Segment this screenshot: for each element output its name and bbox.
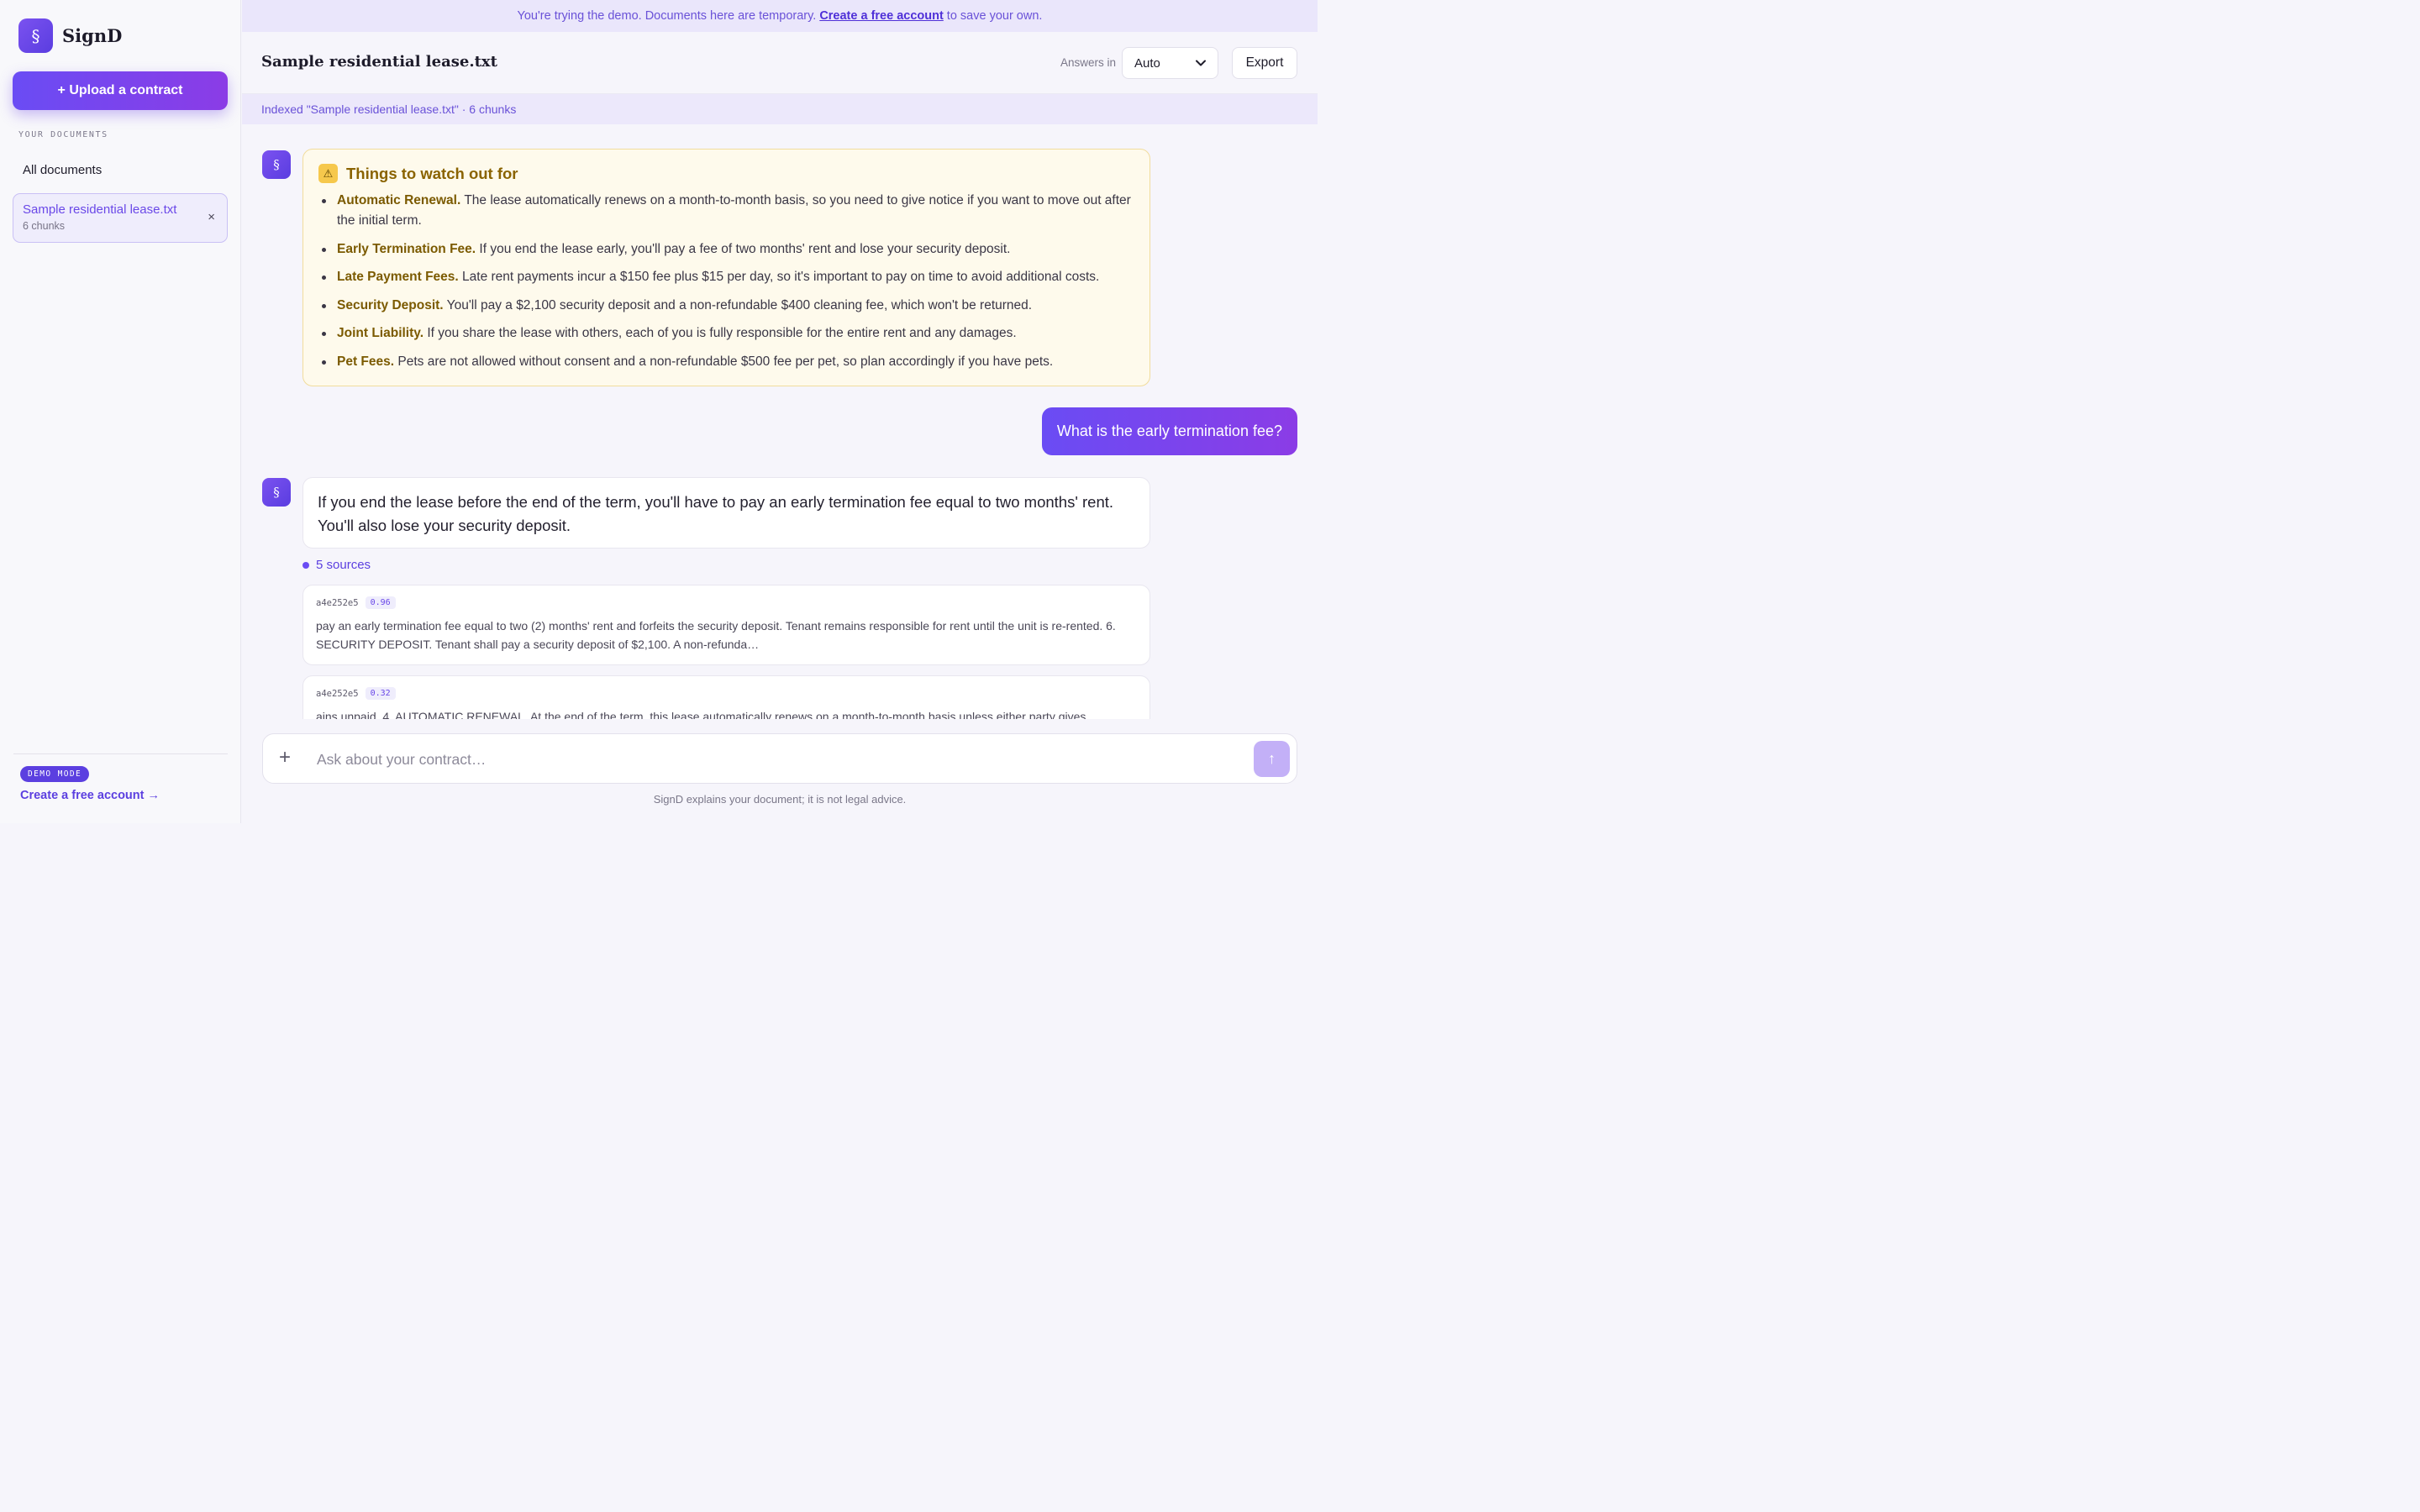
assistant-avatar-icon: §	[262, 150, 291, 179]
watch-out-title: Things to watch out for	[346, 164, 518, 182]
watch-out-card: ⚠ Things to watch out for Automatic Rene…	[302, 149, 1150, 386]
watch-out-list: Automatic Renewal. The lease automatical…	[318, 191, 1134, 372]
user-message: What is the early termination fee?	[1041, 407, 1297, 455]
language-value: Auto	[1134, 55, 1160, 71]
list-item: Pet Fees. Pets are not allowed without c…	[318, 352, 1134, 372]
index-status: Indexed "Sample residential lease.txt" ·…	[242, 94, 1318, 124]
document-chunk-count: 6 chunks	[23, 220, 66, 232]
sidebar: § SignD + Upload a contract YOUR DOCUMEN…	[0, 0, 241, 823]
list-item: Late Payment Fees. Late rent payments in…	[318, 267, 1134, 287]
chevron-down-icon	[1196, 60, 1206, 66]
item-text: If you share the lease with others, each…	[427, 326, 1017, 340]
source-meta: a4e252e5 0.96	[316, 596, 1137, 609]
relevance-score: 0.96	[365, 596, 396, 609]
assistant-answer: If you end the lease before the end of t…	[302, 477, 1150, 549]
sources-count: 5 sources	[316, 558, 371, 572]
source-meta: a4e252e5 0.32	[316, 687, 1137, 700]
brand[interactable]: § SignD	[18, 18, 122, 53]
document-header: Sample residential lease.txt Answers in …	[242, 32, 1318, 94]
language-select[interactable]: Auto	[1122, 47, 1218, 79]
demo-banner: You're trying the demo. Documents here a…	[242, 0, 1318, 32]
divider	[13, 753, 228, 754]
create-account-link[interactable]: Create a free account →	[20, 789, 160, 802]
document-item[interactable]: Sample residential lease.txt 6 chunks ×	[13, 193, 228, 243]
item-text: You'll pay a $2,100 security deposit and…	[446, 297, 1033, 312]
item-label: Automatic Renewal.	[337, 193, 461, 207]
composer: + ↑	[262, 733, 1297, 784]
source-id: a4e252e5	[316, 688, 359, 699]
source-id: a4e252e5	[316, 597, 359, 608]
document-name: Sample residential lease.txt	[23, 202, 177, 217]
source-excerpt: pay an early termination fee equal to tw…	[316, 619, 1116, 651]
composer-area: + ↑ SignD explains your document; it is …	[242, 719, 1318, 823]
banner-suffix: to save your own.	[946, 9, 1043, 23]
chat-thread[interactable]: § ⚠ Things to watch out for Automatic Re…	[242, 124, 1318, 719]
list-item: Joint Liability. If you share the lease …	[318, 323, 1134, 344]
answers-in-label: Answers in	[1060, 56, 1116, 69]
question-input[interactable]	[317, 744, 1241, 774]
item-text: If you end the lease early, you'll pay a…	[479, 241, 1011, 256]
item-label: Late Payment Fees.	[337, 270, 459, 284]
banner-create-account-link[interactable]: Create a free account	[819, 9, 943, 23]
page-title: Sample residential lease.txt	[261, 53, 497, 71]
arrow-up-icon: ↑	[1268, 750, 1276, 767]
dot-icon	[302, 561, 309, 569]
item-label: Security Deposit.	[337, 297, 444, 312]
item-text: Pets are not allowed without consent and…	[397, 354, 1054, 369]
list-item: Security Deposit. You'll pay a $2,100 se…	[318, 296, 1134, 316]
relevance-score: 0.32	[365, 687, 396, 700]
item-text: Late rent payments incur a $150 fee plus…	[462, 270, 1100, 284]
brand-name: SignD	[62, 25, 123, 46]
watch-out-header: ⚠ Things to watch out for	[318, 164, 1134, 183]
source-card[interactable]: a4e252e5 0.32 ains unpaid. 4. AUTOMATIC …	[302, 675, 1150, 719]
close-icon[interactable]: ×	[208, 210, 215, 224]
export-button[interactable]: Export	[1232, 47, 1297, 79]
plus-icon[interactable]: +	[279, 746, 291, 769]
upload-contract-button[interactable]: + Upload a contract	[13, 71, 228, 110]
documents-section-label: YOUR DOCUMENTS	[18, 130, 108, 139]
list-item: Automatic Renewal. The lease automatical…	[318, 191, 1134, 231]
warning-icon: ⚠	[318, 164, 338, 183]
send-button[interactable]: ↑	[1254, 741, 1290, 777]
sidebar-item-all-documents[interactable]: All documents	[13, 156, 228, 183]
source-excerpt: ains unpaid. 4. AUTOMATIC RENEWAL. At th…	[316, 710, 1086, 719]
section-sign-icon: §	[18, 18, 53, 53]
item-label: Joint Liability.	[337, 326, 424, 340]
list-item: Early Termination Fee. If you end the le…	[318, 239, 1134, 260]
item-label: Pet Fees.	[337, 354, 395, 369]
demo-mode-badge: DEMO MODE	[20, 766, 90, 782]
source-card[interactable]: a4e252e5 0.96 pay an early termination f…	[302, 585, 1150, 665]
item-label: Early Termination Fee.	[337, 241, 476, 256]
legal-disclaimer: SignD explains your document; it is not …	[653, 793, 907, 806]
sources-toggle[interactable]: 5 sources	[302, 558, 371, 572]
assistant-avatar-icon: §	[262, 478, 291, 507]
banner-text: You're trying the demo. Documents here a…	[517, 9, 817, 23]
